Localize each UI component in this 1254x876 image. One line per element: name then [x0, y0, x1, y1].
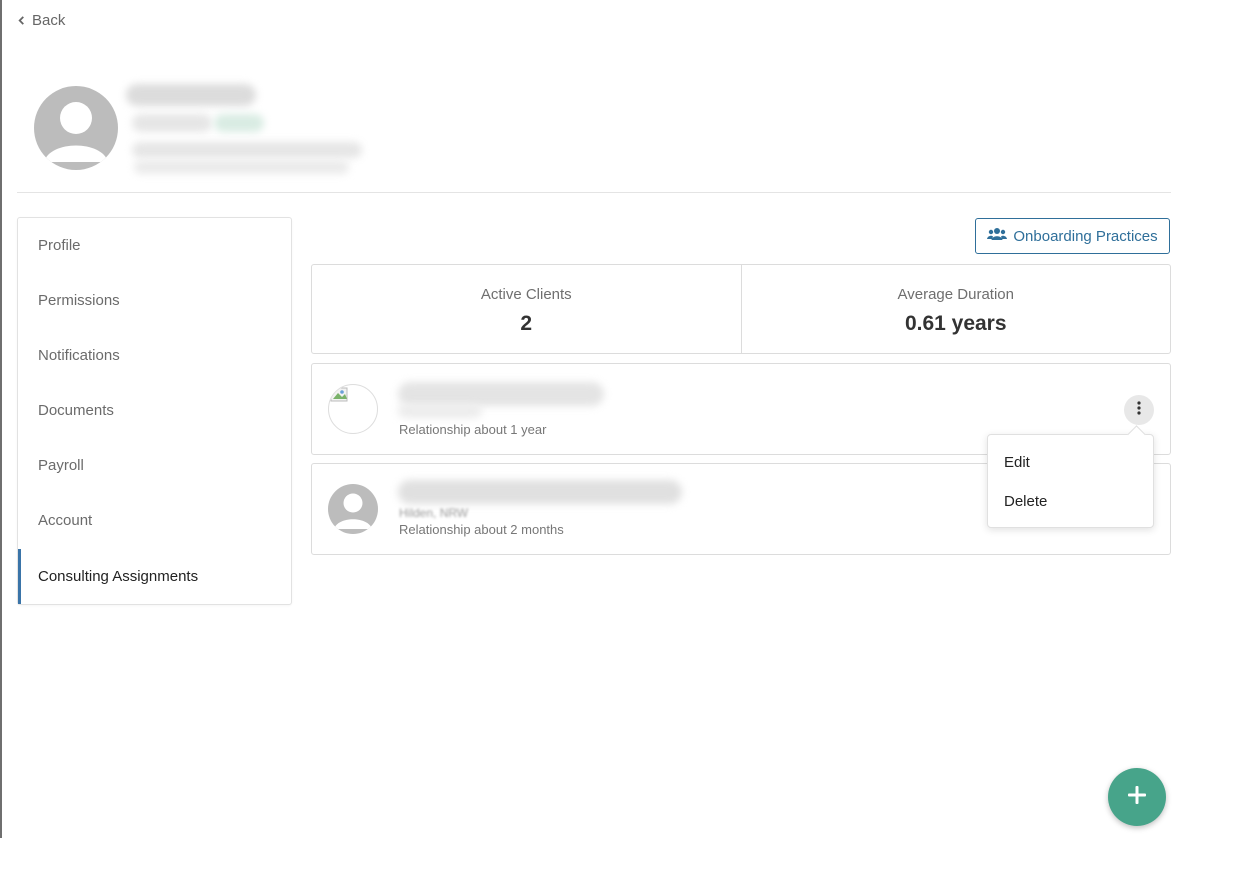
profile-name-redacted: [126, 84, 256, 106]
menu-item-edit[interactable]: Edit: [1004, 454, 1030, 471]
active-clients-label: Active Clients: [480, 286, 572, 303]
client-context-menu: Edit Delete: [987, 434, 1154, 528]
client-location: Hilden, NRW: [399, 506, 469, 520]
client-relationship: Relationship about 1 year: [399, 422, 547, 437]
kebab-icon: [1137, 400, 1141, 420]
average-duration-label: Average Duration: [897, 286, 1014, 303]
back-link[interactable]: Back: [17, 12, 65, 29]
broken-image-icon: [328, 384, 378, 434]
sidebar-item-payroll[interactable]: Payroll: [18, 438, 291, 493]
profile-avatar: [34, 86, 118, 170]
sidebar-item-consulting-assignments[interactable]: Consulting Assignments: [18, 549, 291, 604]
average-duration-stat: Average Duration 0.61 years: [740, 265, 1171, 353]
more-options-button[interactable]: [1124, 395, 1154, 425]
chevron-left-icon: [17, 12, 26, 29]
profile-meta-redacted: [132, 114, 212, 132]
menu-item-delete[interactable]: Delete: [1004, 493, 1047, 510]
sidebar-item-permissions[interactable]: Permissions: [18, 273, 291, 328]
client-avatar: [328, 484, 378, 534]
profile-email-redacted: [132, 142, 362, 158]
client-relationship: Relationship about 2 months: [399, 522, 564, 537]
onboarding-practices-button[interactable]: Onboarding Practices: [975, 218, 1170, 254]
onboarding-practices-label: Onboarding Practices: [1013, 227, 1158, 245]
client-name-redacted: [398, 382, 604, 406]
settings-sidebar: Profile Permissions Notifications Docume…: [17, 217, 292, 605]
profile-status-badge-redacted: [214, 114, 264, 132]
average-duration-value: 0.61 years: [904, 312, 1007, 335]
plus-icon: [1127, 785, 1147, 810]
window-edge: [0, 0, 2, 838]
sidebar-item-profile[interactable]: Profile: [18, 218, 291, 273]
users-icon: [987, 227, 1008, 245]
active-clients-stat: Active Clients 2: [312, 265, 741, 353]
sidebar-item-account[interactable]: Account: [18, 493, 291, 548]
add-assignment-button[interactable]: [1108, 768, 1166, 826]
client-location-redacted: [398, 404, 482, 418]
client-name-redacted: [398, 480, 682, 504]
profile-phone-redacted: [134, 160, 349, 174]
stats-panel: Active Clients 2 Average Duration 0.61 y…: [311, 264, 1171, 354]
back-label: Back: [32, 12, 66, 29]
active-clients-value: 2: [520, 312, 533, 335]
header-divider: [17, 192, 1171, 193]
sidebar-item-notifications[interactable]: Notifications: [18, 328, 291, 383]
sidebar-item-documents[interactable]: Documents: [18, 383, 291, 438]
